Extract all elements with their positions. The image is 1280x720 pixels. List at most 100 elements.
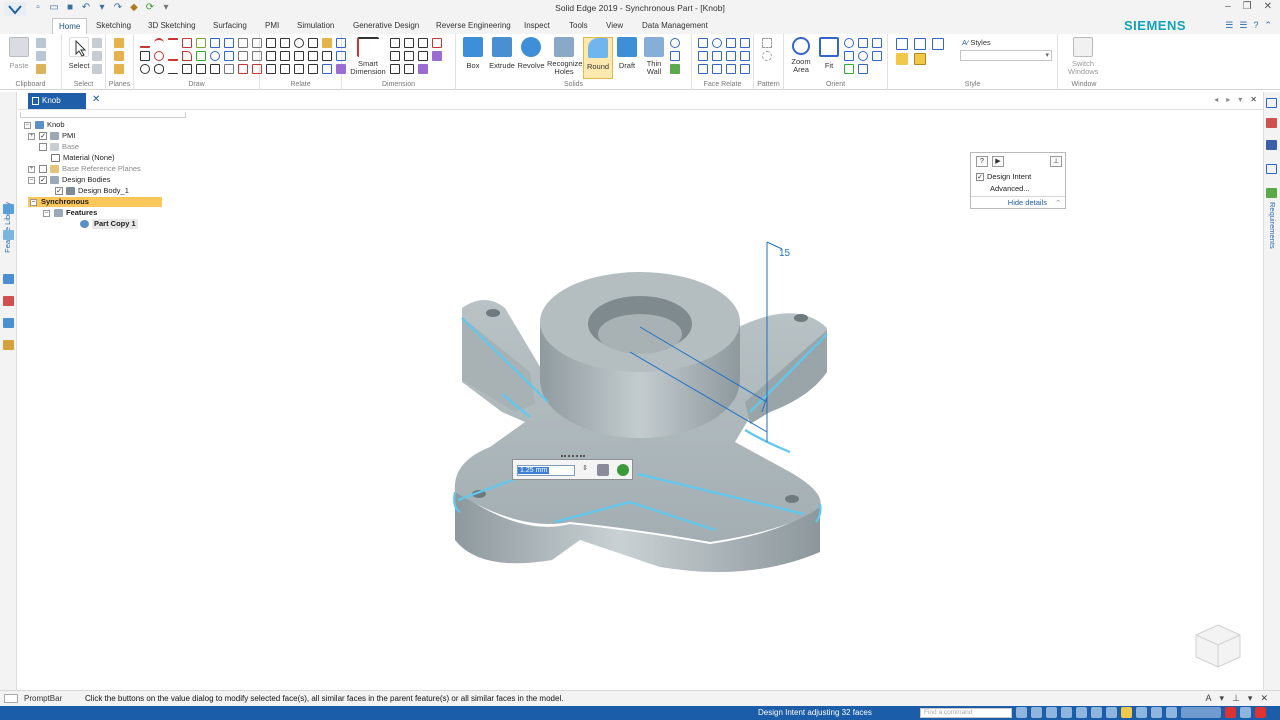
dim-axis-icon[interactable] [390, 64, 400, 74]
settings-status-icon[interactable] [1240, 707, 1251, 718]
dialog-drag-handle[interactable] [561, 455, 585, 458]
tab-3d-sketching[interactable]: 3D Sketching [142, 18, 202, 34]
tree-node-knob[interactable]: – Knob [24, 120, 65, 130]
similar-faces-button[interactable] [597, 464, 609, 476]
round-button[interactable]: Round [583, 37, 613, 79]
trim-icon[interactable] [182, 38, 192, 48]
sensors-icon[interactable] [3, 296, 14, 306]
symmetry-axis-icon[interactable] [280, 64, 290, 74]
symmetric-icon[interactable] [322, 51, 332, 61]
tab-home[interactable]: Home [52, 18, 88, 34]
tab-simulation[interactable]: Simulation [291, 18, 340, 34]
recognize-holes-button[interactable]: Recognize Holes [547, 37, 582, 76]
connect-icon[interactable] [266, 38, 276, 48]
expand-icon[interactable]: ▾ [1248, 693, 1253, 704]
slider-icon[interactable] [1181, 707, 1221, 718]
plane-coincident-icon[interactable] [114, 38, 124, 48]
draw-option-icon[interactable] [238, 64, 248, 74]
search-icon[interactable] [3, 340, 14, 350]
face-ground-icon[interactable] [712, 64, 722, 74]
face-rigid-icon[interactable] [698, 64, 708, 74]
face-parallel-icon[interactable] [726, 38, 736, 48]
prompt-bar-icon[interactable] [4, 694, 18, 703]
expand-icon[interactable]: + [28, 165, 35, 173]
results-icon[interactable] [1266, 164, 1277, 174]
variable-table-icon[interactable] [432, 51, 442, 61]
symmetric-diameter-icon[interactable] [432, 38, 442, 48]
base-checkbox[interactable] [39, 143, 47, 151]
face-relate-more-icon[interactable] [740, 64, 750, 74]
tab-list-icon[interactable]: ▾ [1238, 95, 1242, 104]
rotate-status-icon[interactable] [1076, 707, 1087, 718]
dimension-style-icon[interactable] [418, 51, 428, 61]
plane-angle-icon[interactable] [114, 64, 124, 74]
layout-icon[interactable]: ☰ [1225, 20, 1233, 31]
angular-coordinate-icon[interactable] [390, 51, 400, 61]
tree-node-pmi[interactable]: + ✓ PMI [28, 131, 75, 141]
extend-icon[interactable] [196, 38, 206, 48]
rotate-icon[interactable] [210, 51, 220, 61]
view-orient-icon[interactable] [872, 38, 882, 48]
view-style-wire-icon[interactable] [932, 38, 944, 50]
tree-node-design-body-1[interactable]: ✓ Design Body_1 [55, 186, 129, 196]
move-icon[interactable] [196, 51, 206, 61]
view-style-edges-icon[interactable] [914, 38, 926, 50]
revolve-button[interactable]: Revolve [516, 37, 546, 70]
layers-icon[interactable] [3, 230, 14, 240]
tree-node-part-copy[interactable]: Part Copy 1 [80, 219, 138, 229]
dock-icon[interactable]: ▾ [1220, 693, 1225, 704]
chamfer-dimension-icon[interactable] [404, 51, 414, 61]
extrude-button[interactable]: Extrude [487, 37, 517, 70]
rectangular-pattern-icon[interactable] [762, 38, 772, 48]
dim-lock-icon[interactable] [404, 64, 414, 74]
curve-icon[interactable] [168, 38, 178, 48]
parallel-icon[interactable] [266, 51, 276, 61]
tab-reverse-engineering[interactable]: Reverse Engineering [430, 18, 517, 34]
midpoint-icon[interactable] [266, 64, 276, 74]
rectangle-icon[interactable] [140, 51, 150, 61]
thin-wall-button[interactable]: Thin Wall [639, 37, 669, 76]
select-button[interactable]: Select [64, 37, 94, 70]
select-filter-icon[interactable] [92, 38, 102, 48]
value-input[interactable]: 1.25 mm [517, 465, 575, 476]
close-prompt-icon[interactable]: ✕ [1260, 693, 1268, 704]
sketch-view-icon[interactable] [872, 51, 882, 61]
scroll-right-icon[interactable]: ▸ [1226, 95, 1230, 104]
smart-dimension-button[interactable]: Smart Dimension [348, 37, 388, 76]
help-icon[interactable]: ? [1253, 20, 1258, 31]
relate-more-icon[interactable] [308, 64, 318, 74]
tangent-icon[interactable] [308, 38, 318, 48]
lock-icon[interactable] [322, 38, 332, 48]
add-body-icon[interactable] [670, 51, 680, 61]
maintain-icon[interactable] [294, 64, 304, 74]
pattern-icon[interactable] [210, 64, 220, 74]
pin-icon[interactable]: ⊥ [1232, 693, 1240, 704]
base-planes-checkbox[interactable] [39, 165, 47, 173]
perpendicular-icon[interactable] [280, 51, 290, 61]
style-dropdown[interactable]: ▾ [960, 50, 1052, 61]
project-icon[interactable] [238, 38, 248, 48]
coplanar-icon[interactable] [698, 38, 708, 48]
minimize-icon[interactable]: – [1225, 1, 1231, 12]
stop-icon[interactable] [1225, 707, 1236, 718]
view-style-shaded-icon[interactable] [896, 38, 908, 50]
chamfer-icon[interactable] [182, 64, 192, 74]
collapse-icon[interactable]: – [43, 209, 50, 217]
zoom-in-icon[interactable] [858, 38, 868, 48]
zoom-icon[interactable] [844, 38, 854, 48]
view-overlay-icon[interactable] [1166, 707, 1177, 718]
distance-between-icon[interactable] [390, 38, 400, 48]
face-perpendicular-icon[interactable] [740, 38, 750, 48]
fit-button[interactable]: Fit [814, 37, 844, 70]
document-tab-knob[interactable]: Knob [28, 93, 86, 109]
tree-node-synchronous[interactable]: – Synchronous [28, 197, 162, 207]
pmi-checkbox[interactable]: ✓ [39, 132, 47, 140]
collapse-icon[interactable]: – [24, 121, 31, 129]
fit-status-icon[interactable] [1046, 707, 1057, 718]
cut-icon[interactable] [36, 38, 46, 48]
format-painter-icon[interactable] [36, 64, 46, 74]
knob-3d-model[interactable]: 15 [190, 112, 1260, 687]
equal-icon[interactable] [308, 51, 318, 61]
select-tool-icon[interactable] [92, 64, 102, 74]
face-tangent-icon[interactable] [698, 51, 708, 61]
